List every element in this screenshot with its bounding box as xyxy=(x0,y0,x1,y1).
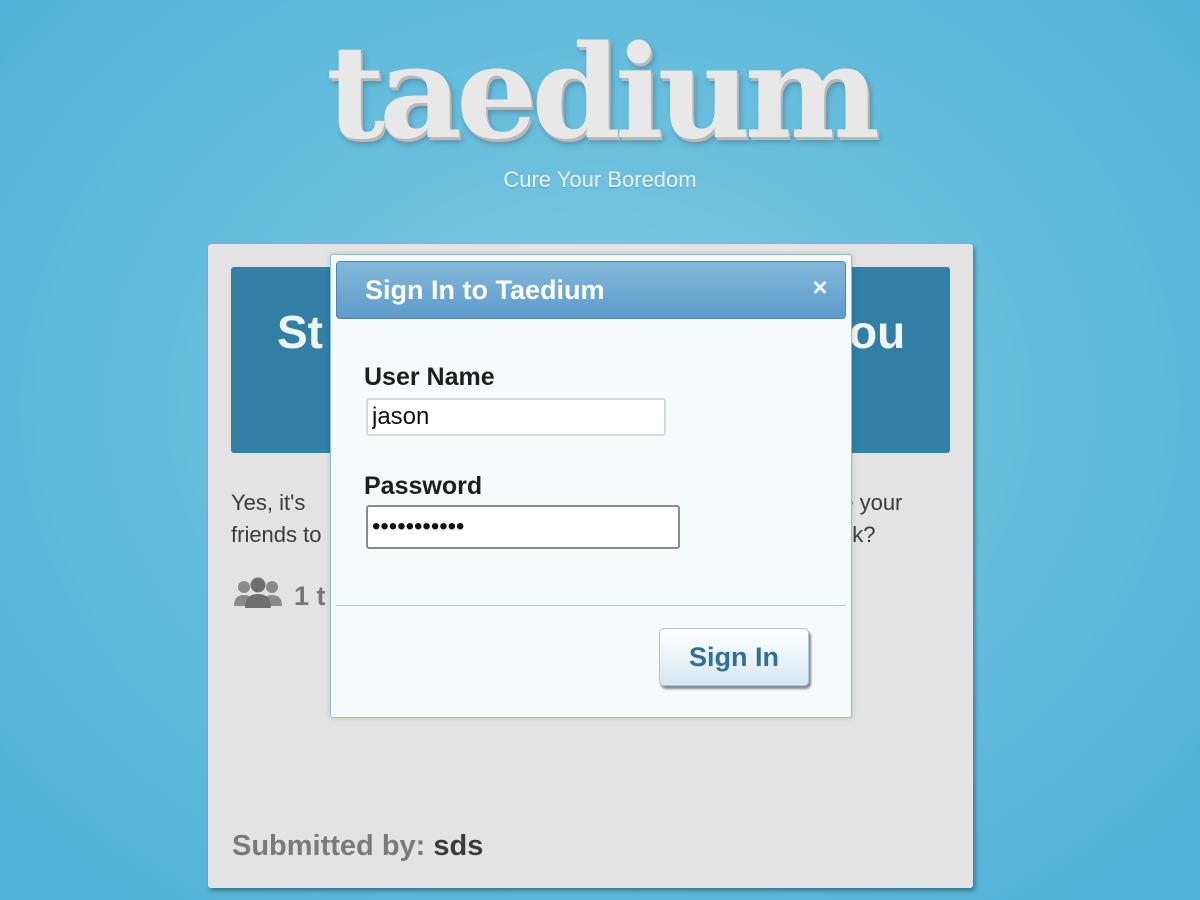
username-input[interactable] xyxy=(366,398,666,436)
tagline: Cure Your Boredom xyxy=(503,167,697,192)
card-description-left: Yes, it's friends to xyxy=(231,487,322,551)
banner-title-right: ou xyxy=(849,306,906,358)
participant-count: 1 t xyxy=(294,581,326,611)
dialog-divider xyxy=(336,605,846,606)
sign-in-dialog: Sign In to Taedium × User Name Password … xyxy=(330,254,852,718)
taedium-logo: taedium xyxy=(325,18,880,168)
submitted-by-user[interactable]: sds xyxy=(433,830,483,862)
card-description-left-line2: friends to xyxy=(231,522,322,547)
banner-title-left: St xyxy=(277,306,323,358)
password-label: Password xyxy=(364,472,483,500)
users-group-icon xyxy=(232,576,284,617)
submitted-by: Submitted by: sds xyxy=(232,830,483,863)
close-icon[interactable]: × xyxy=(807,274,833,300)
dialog-titlebar[interactable]: Sign In to Taedium × xyxy=(336,261,846,319)
card-description-left-line1: Yes, it's xyxy=(231,490,306,515)
username-label: User Name xyxy=(364,363,495,391)
card-meta: 1 t xyxy=(232,576,326,617)
dialog-title: Sign In to Taedium xyxy=(365,275,605,305)
sign-in-button[interactable]: Sign In xyxy=(659,628,809,686)
password-input[interactable] xyxy=(366,505,680,549)
submitted-by-label: Submitted by: xyxy=(232,830,426,862)
